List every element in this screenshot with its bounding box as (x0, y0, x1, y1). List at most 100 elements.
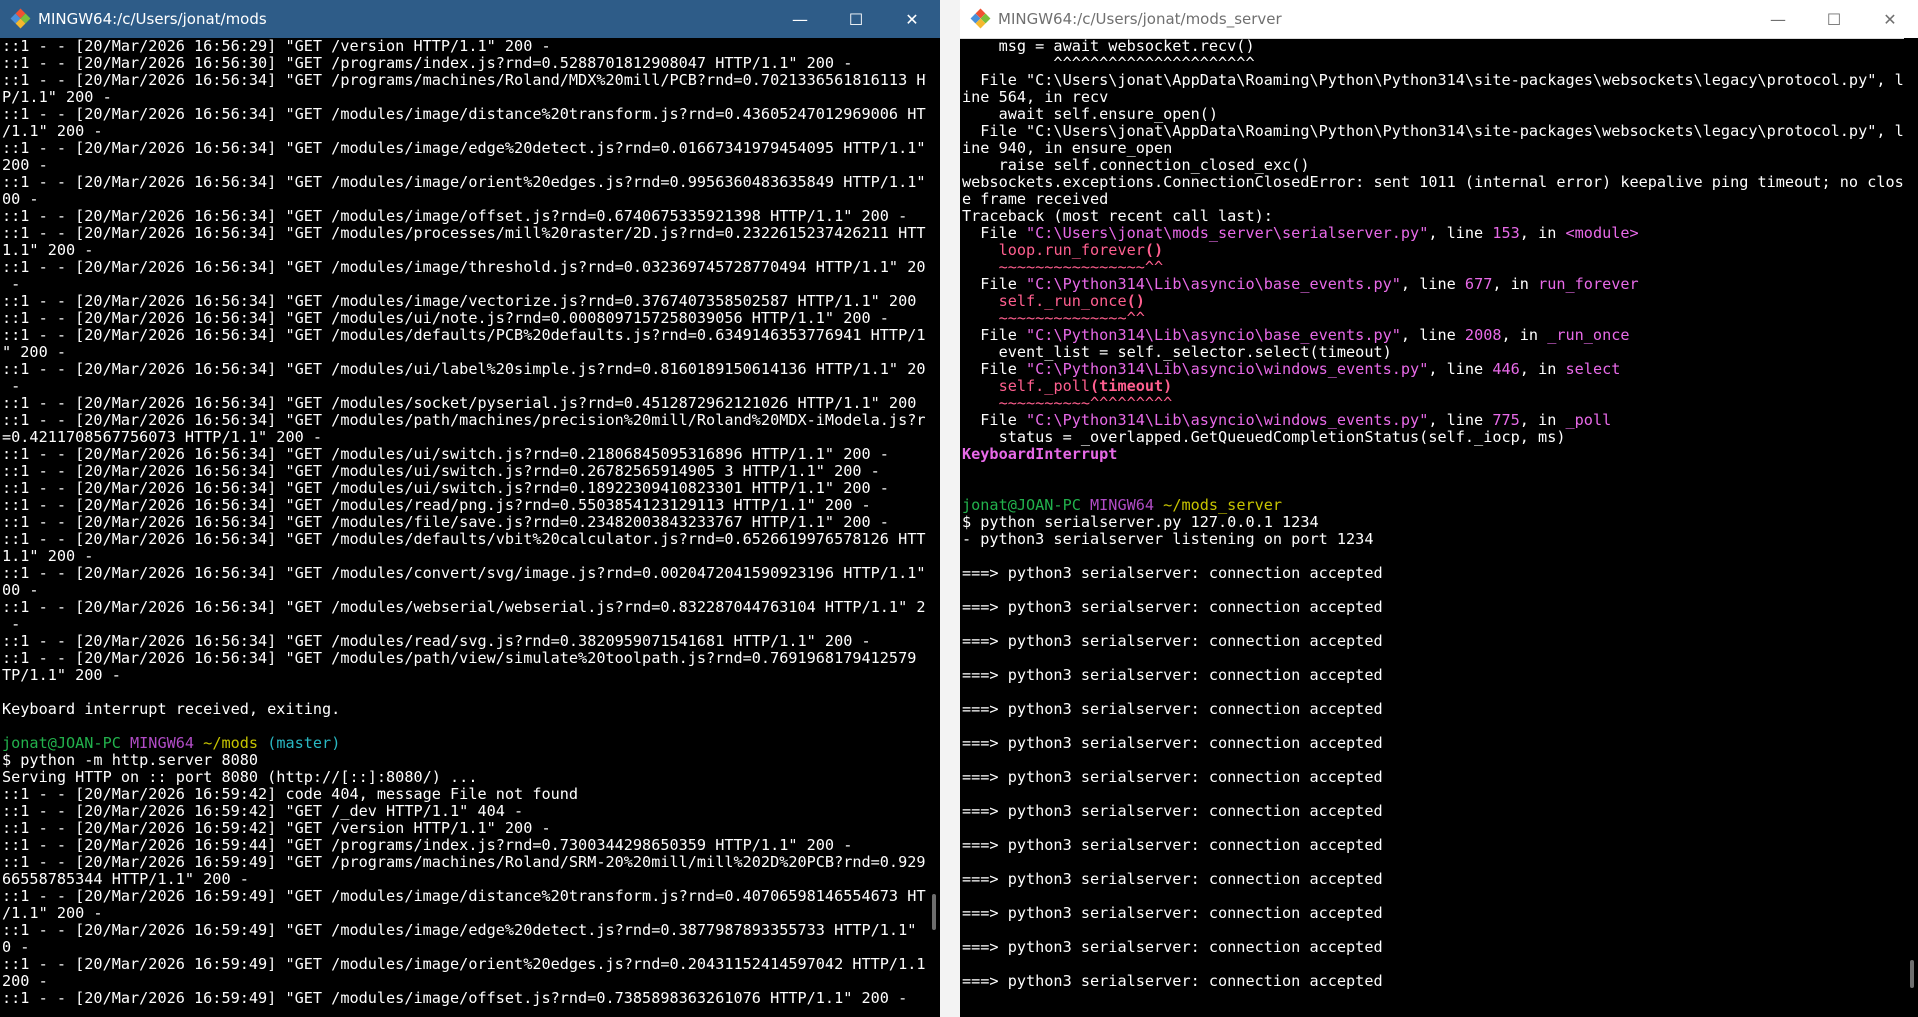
terminal-line: ::1 - - [20/Mar/2026 16:56:34] "GET /mod… (2, 208, 926, 225)
close-button[interactable]: ✕ (884, 0, 940, 38)
terminal-line: ::1 - - [20/Mar/2026 16:56:34] "GET /mod… (2, 106, 926, 123)
terminal-text: ===> python3 serialserver: connection ac… (962, 837, 1383, 854)
terminal-text: 66558785344 HTTP/1.1" 200 - (2, 871, 249, 888)
terminal-text: KeyboardInterrupt (962, 446, 1118, 463)
terminal-text: "C:\Python314\Lib\asyncio\base_events.py… (1026, 327, 1401, 344)
terminal-text: ::1 - - [20/Mar/2026 16:56:34] "GET /mod… (2, 497, 871, 514)
terminal-line: ::1 - - [20/Mar/2026 16:56:34] "GET /mod… (2, 140, 926, 157)
terminal-text: ::1 - - [20/Mar/2026 16:59:49] "GET /mod… (2, 888, 926, 905)
terminal-line: ~~~~~~~~~~~~~~^^ (962, 310, 1904, 327)
terminal-text: (master) (267, 735, 341, 752)
terminal-text: await self.ensure_open() (962, 106, 1219, 123)
close-button[interactable]: ✕ (1862, 0, 1918, 38)
terminal-text: status = _overlapped.GetQueuedCompletion… (962, 429, 1566, 446)
terminal-line: Traceback (most recent call last): (962, 208, 1904, 225)
minimize-button[interactable]: — (772, 0, 828, 38)
terminal-line: TP/1.1" 200 - (2, 667, 926, 684)
scrollbar[interactable] (1904, 38, 1918, 1017)
terminal-text: ::1 - - [20/Mar/2026 16:59:42] code 404,… (2, 786, 579, 803)
terminal-line: ===> python3 serialserver: connection ac… (962, 633, 1904, 650)
terminal-text: 200 - (2, 973, 48, 990)
terminal-text: _run_once (1547, 327, 1630, 344)
terminal-line: await self.ensure_open() (962, 106, 1904, 123)
terminal-window-left[interactable]: MINGW64:/c/Users/jonat/mods — ☐ ✕ ::1 - … (0, 0, 940, 1017)
terminal-text: ===> python3 serialserver: connection ac… (962, 565, 1383, 582)
terminal-line: =0.4211708567756073 HTTP/1.1" 200 - (2, 429, 926, 446)
scrollbar[interactable] (926, 38, 940, 1017)
maximize-button[interactable]: ☐ (1806, 0, 1862, 38)
terminal-line: 00 - (2, 191, 926, 208)
terminal-window-right[interactable]: MINGW64:/c/Users/jonat/mods_server — ☐ ✕… (960, 0, 1918, 1017)
terminal-text: "C:\Users\jonat\mods_server\serialserver… (1026, 225, 1429, 242)
terminal-text: run_forever (1538, 276, 1639, 293)
terminal-text: ===> python3 serialserver: connection ac… (962, 803, 1383, 820)
terminal-line: File "C:\Users\jonat\AppData\Roaming\Pyt… (962, 123, 1904, 140)
terminal-text: ::1 - - [20/Mar/2026 16:59:42] "GET /ver… (2, 820, 551, 837)
terminal-line: 1.1" 200 - (2, 242, 926, 259)
terminal-line: ::1 - - [20/Mar/2026 16:56:34] "GET /mod… (2, 531, 926, 548)
terminal-text: websockets.exceptions.ConnectionClosedEr… (962, 174, 1904, 191)
terminal-line: /1.1" 200 - (2, 905, 926, 922)
terminal-text: ::1 - - [20/Mar/2026 16:56:29] "GET /ver… (2, 38, 551, 55)
terminal-line: ::1 - - [20/Mar/2026 16:59:44] "GET /pro… (2, 837, 926, 854)
scrollbar-thumb[interactable] (932, 894, 936, 930)
terminal-line: loop.run_forever() (962, 242, 1904, 259)
scrollbar-thumb[interactable] (1910, 960, 1914, 988)
terminal-line: ::1 - - [20/Mar/2026 16:59:49] "GET /mod… (2, 990, 926, 1007)
terminal-text: self._run_once (998, 293, 1127, 310)
terminal-line: ::1 - - [20/Mar/2026 16:56:34] "GET /mod… (2, 174, 926, 191)
terminal-line: ::1 - - [20/Mar/2026 16:56:34] "GET /mod… (2, 225, 926, 242)
terminal-text: , line (1428, 412, 1493, 429)
terminal-line: ::1 - - [20/Mar/2026 16:56:34] "GET /mod… (2, 565, 926, 582)
terminal-output[interactable]: ::1 - - [20/Mar/2026 16:56:29] "GET /ver… (0, 38, 926, 1017)
terminal-line: ===> python3 serialserver: connection ac… (962, 803, 1904, 820)
terminal-text: Keyboard interrupt received, exiting. (2, 701, 341, 718)
terminal-line: - (2, 276, 926, 293)
title-bar[interactable]: MINGW64:/c/Users/jonat/mods_server — ☐ ✕ (960, 0, 1918, 39)
terminal-line: File "C:\Users\jonat\mods_server\serials… (962, 225, 1904, 242)
git-bash-icon (10, 8, 31, 29)
terminal-text: "C:\Python314\Lib\asyncio\windows_events… (1026, 361, 1429, 378)
terminal-output[interactable]: msg = await websocket.recv() ^^^^^^^^^^^… (960, 38, 1904, 1017)
terminal-text: ::1 - - [20/Mar/2026 16:56:34] "GET /mod… (2, 327, 926, 344)
terminal-line: ::1 - - [20/Mar/2026 16:56:34] "GET /mod… (2, 327, 926, 344)
title-bar[interactable]: MINGW64:/c/Users/jonat/mods — ☐ ✕ (0, 0, 940, 38)
terminal-text: event_list = self._selector.select(timeo… (962, 344, 1392, 361)
terminal-text: ::1 - - [20/Mar/2026 16:56:34] "GET /mod… (2, 480, 889, 497)
terminal-line: ===> python3 serialserver: connection ac… (962, 973, 1904, 990)
terminal-text: ^^^^^^^^^^^^^^^^^^^^^^ (962, 55, 1255, 72)
terminal-line: ^^^^^^^^^^^^^^^^^^^^^^ (962, 55, 1904, 72)
terminal-text: ::1 - - [20/Mar/2026 16:56:34] "GET /mod… (2, 259, 926, 276)
terminal-line: ===> python3 serialserver: connection ac… (962, 599, 1904, 616)
terminal-text: , line (1428, 225, 1493, 242)
terminal-text: ===> python3 serialserver: connection ac… (962, 735, 1383, 752)
maximize-button[interactable]: ☐ (828, 0, 884, 38)
terminal-line: ::1 - - [20/Mar/2026 16:56:34] "GET /mod… (2, 599, 926, 616)
terminal-line: P/1.1" 200 - (2, 89, 926, 106)
terminal-line: 200 - (2, 973, 926, 990)
terminal-line: ::1 - - [20/Mar/2026 16:59:42] "GET /_de… (2, 803, 926, 820)
terminal-text: File (962, 225, 1027, 242)
terminal-text: , in (1492, 276, 1539, 293)
terminal-text: 0 - (2, 939, 30, 956)
terminal-text: msg = await websocket.recv() (962, 38, 1255, 55)
terminal-text: 2008 (1464, 327, 1502, 344)
terminal-line: - python3 serialserver listening on port… (962, 531, 1904, 548)
terminal-text: ::1 - - [20/Mar/2026 16:56:34] "GET /mod… (2, 140, 926, 157)
terminal-line: KeyboardInterrupt (962, 446, 1904, 463)
terminal-line: ::1 - - [20/Mar/2026 16:59:42] code 404,… (2, 786, 926, 803)
terminal-line: jonat@JOAN-PC MINGW64 ~/mods_server (962, 497, 1904, 514)
terminal-text: ::1 - - [20/Mar/2026 16:56:34] "GET /mod… (2, 106, 926, 123)
terminal-text: ::1 - - [20/Mar/2026 16:56:34] "GET /mod… (2, 531, 926, 548)
terminal-text: 775 (1492, 412, 1520, 429)
terminal-line: ===> python3 serialserver: connection ac… (962, 769, 1904, 786)
terminal-line: ::1 - - [20/Mar/2026 16:56:34] "GET /mod… (2, 395, 926, 412)
minimize-button[interactable]: — (1750, 0, 1806, 38)
terminal-text: MINGW64 (130, 735, 204, 752)
